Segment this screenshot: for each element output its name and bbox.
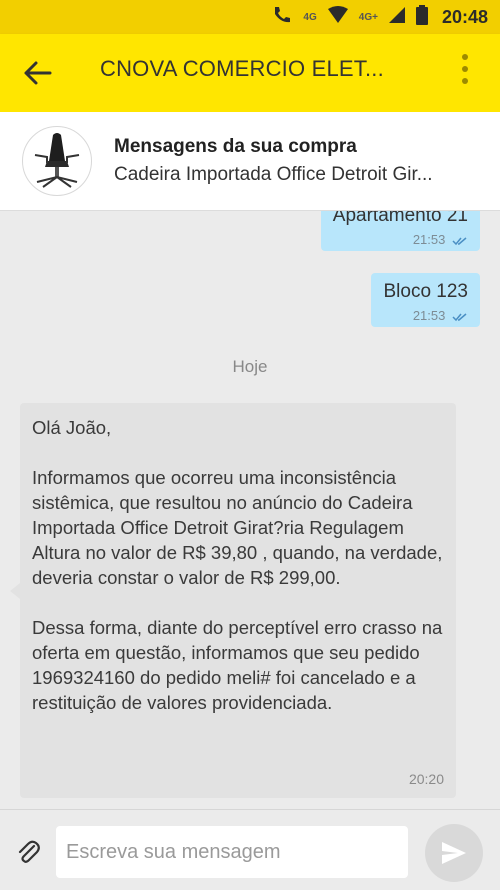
- more-options-icon[interactable]: [460, 54, 470, 94]
- status-icons: 4G 4G+ 20:48: [271, 0, 488, 34]
- message-text: Apartamento 21: [332, 211, 468, 226]
- network-label-2: 4G+: [358, 11, 378, 23]
- battery-icon: [415, 4, 428, 30]
- incoming-message: Olá João, Informamos que ocorreu uma inc…: [10, 403, 456, 798]
- message-time: 21:53: [413, 232, 468, 247]
- message-composer: [0, 809, 500, 890]
- message-text: Bloco 123: [383, 281, 468, 302]
- attach-icon[interactable]: [14, 838, 42, 866]
- outgoing-message: Bloco 123 21:53: [371, 273, 480, 327]
- message-list[interactable]: Apartamento 21 21:53 Bloco 123 21:53 Hoj…: [0, 211, 500, 809]
- message-greeting: Olá João,: [32, 417, 112, 438]
- message-input[interactable]: [56, 826, 408, 878]
- app-bar: CNOVA COMERCIO ELET...: [0, 34, 500, 112]
- office-chair-icon: [34, 133, 80, 188]
- network-label: 4G: [303, 11, 317, 23]
- clock: 20:48: [441, 6, 488, 27]
- conversation-title: Mensagens da sua compra: [114, 136, 357, 157]
- back-arrow-icon[interactable]: [22, 58, 54, 88]
- wifi-icon: [327, 5, 349, 29]
- message-time: 21:53: [413, 308, 468, 323]
- double-check-icon: [452, 236, 467, 245]
- product-thumbnail: [22, 126, 92, 196]
- app-bar-title: CNOVA COMERCIO ELET...: [100, 56, 384, 81]
- phone-icon: [271, 5, 293, 30]
- send-button[interactable]: [425, 824, 483, 882]
- conversation-header[interactable]: Mensagens da sua compra Cadeira Importad…: [0, 112, 500, 211]
- send-icon: [442, 842, 466, 864]
- outgoing-message: Apartamento 21 21:53: [320, 211, 480, 251]
- double-check-icon: [452, 312, 467, 321]
- message-paragraph: Informamos que ocorreu uma inconsistênci…: [32, 467, 443, 588]
- message-time: 20:20: [408, 771, 444, 787]
- product-name: Cadeira Importada Office Detroit Gir...: [114, 164, 433, 185]
- signal-icon: [388, 6, 406, 29]
- day-separator: Hoje: [232, 357, 268, 376]
- status-bar: 4G 4G+ 20:48: [0, 0, 500, 34]
- message-paragraph: Dessa forma, diante do perceptível erro …: [32, 617, 443, 713]
